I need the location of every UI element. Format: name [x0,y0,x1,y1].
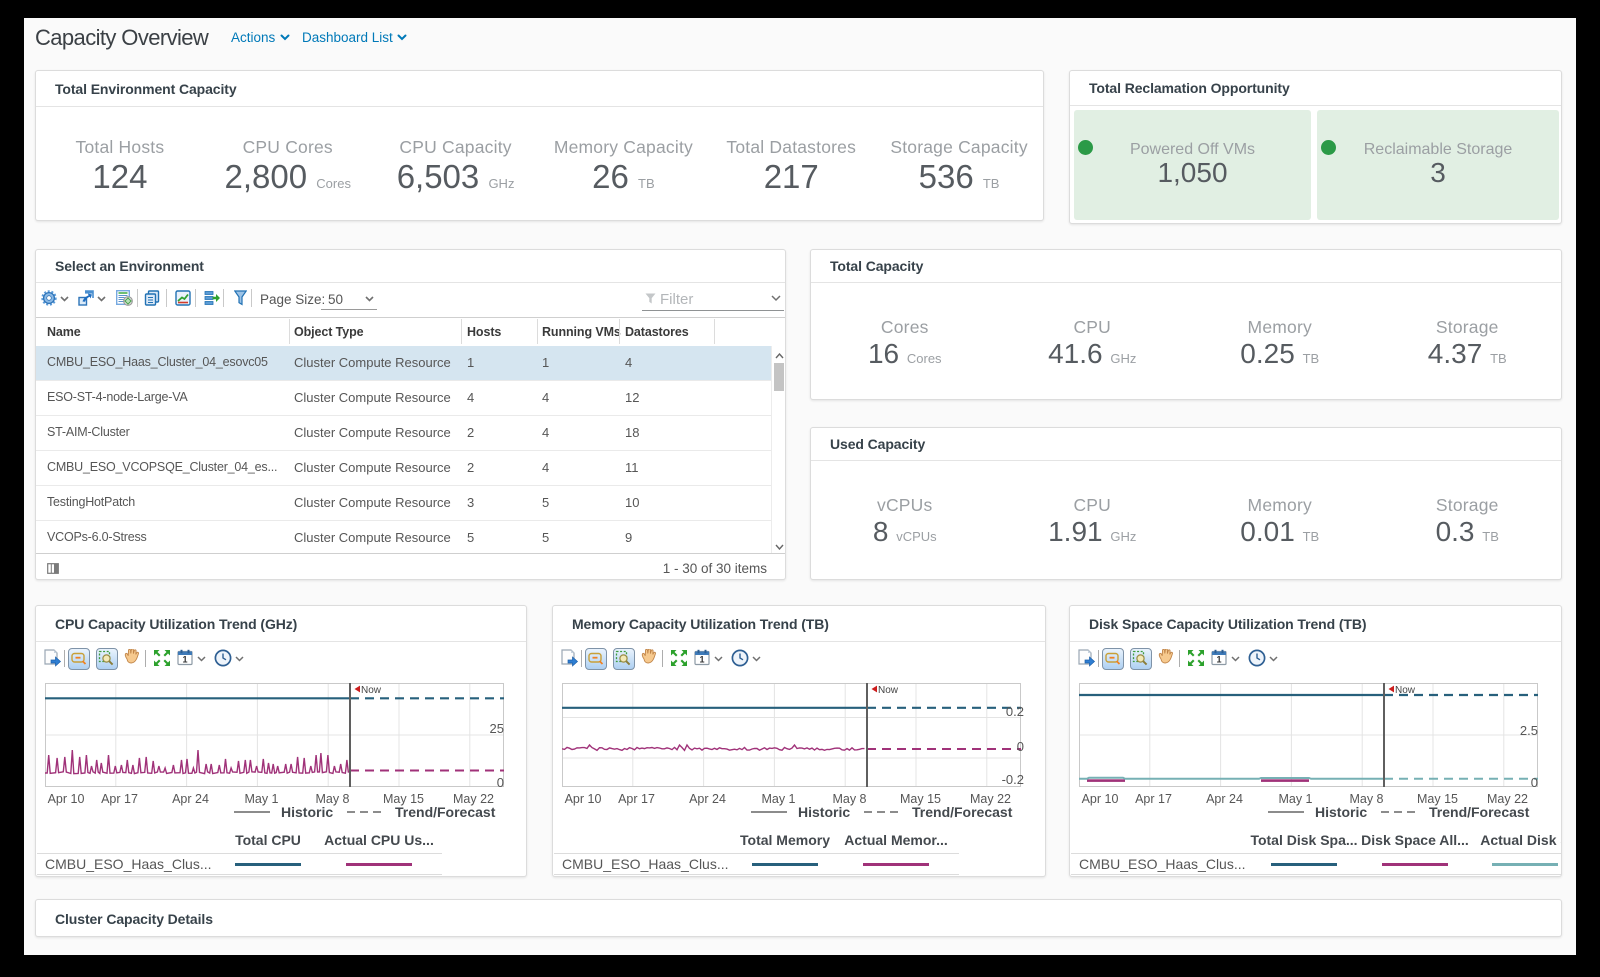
svg-text:1: 1 [699,655,704,665]
svg-text:Now: Now [878,685,899,696]
svg-text:1: 1 [182,655,187,665]
svg-text:Now: Now [1395,685,1416,696]
svg-text:1: 1 [1216,655,1221,665]
svg-text:Now: Now [361,685,382,696]
